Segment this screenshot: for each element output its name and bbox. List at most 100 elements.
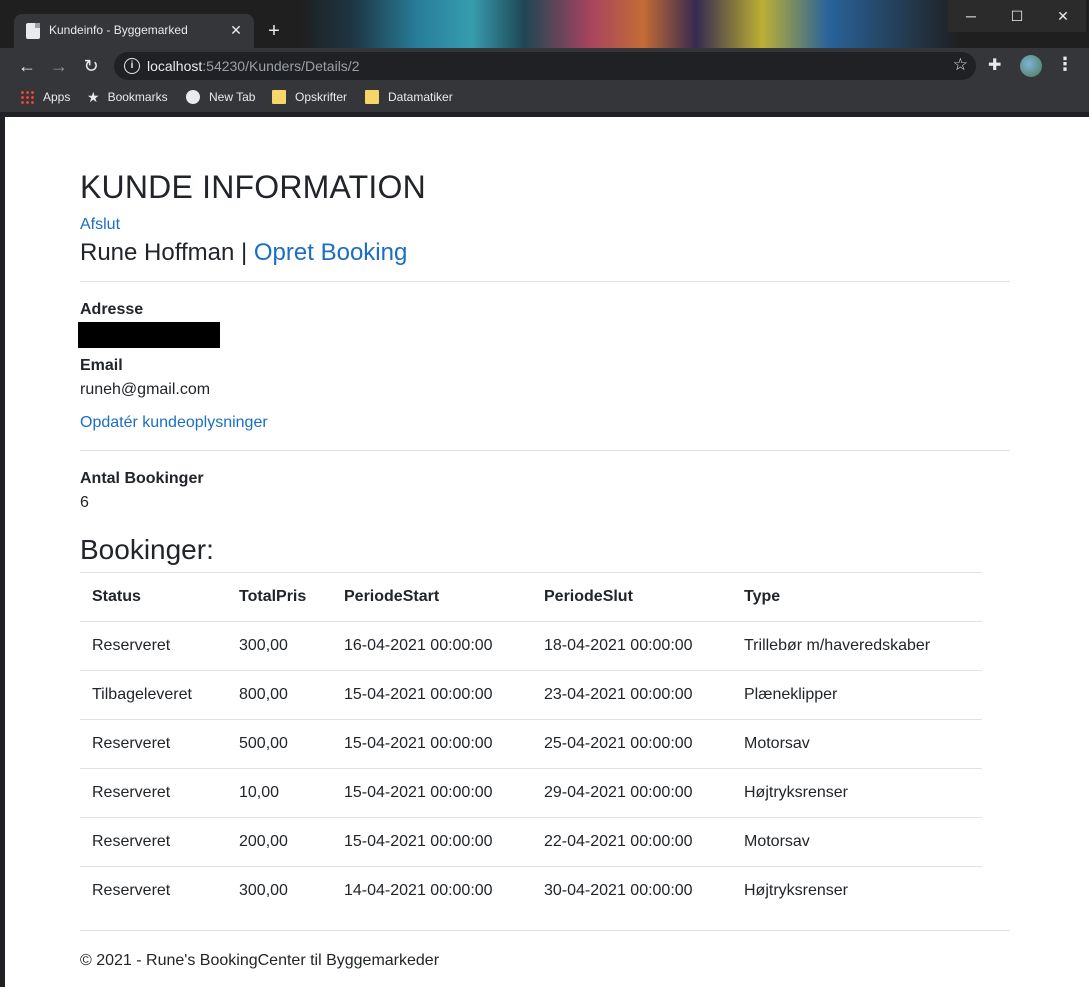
extensions-puzzle-icon[interactable]: ✚ — [988, 55, 1001, 75]
reload-icon[interactable]: ↻ — [79, 54, 103, 78]
cell-status: Reserveret — [80, 719, 227, 769]
cell-totalpris: 200,00 — [227, 817, 332, 867]
opret-booking-link[interactable]: Opret Booking — [254, 239, 407, 266]
bookmark-new-tab[interactable]: New Tab — [186, 90, 255, 104]
divider — [80, 450, 1010, 451]
window-background-art — [300, 0, 960, 48]
email-label: Email — [80, 357, 123, 374]
bookmark-bookmarks[interactable]: ★ Bookmarks — [87, 90, 168, 104]
star-icon: ★ — [87, 89, 100, 105]
cell-periodeslut: 22-04-2021 00:00:00 — [532, 817, 732, 867]
cell-type: Plæneklipper — [732, 670, 982, 720]
cell-type: Højtryksrenser — [744, 882, 849, 900]
tab-title: Kundeinfo - Byggemarked — [49, 23, 188, 37]
update-customer-link[interactable]: Opdatér kundeoplysninger — [80, 414, 268, 432]
cell-type: Motorsav — [732, 719, 982, 769]
bookmark-apps[interactable]: Apps — [20, 90, 70, 104]
bookings-heading: Bookinger: — [80, 534, 214, 565]
bookmark-label: Datamatiker — [388, 90, 453, 104]
table-row: Reserveret 300,00 16-04-2021 00:00:00 18… — [80, 621, 982, 671]
back-arrow-icon[interactable]: ← — [15, 54, 39, 78]
antal-bookinger-value: 6 — [80, 494, 89, 511]
cell-periodeslut: 25-04-2021 00:00:00 — [532, 719, 732, 769]
table-row: Reserveret 200,00 15-04-2021 00:00:00 22… — [80, 817, 982, 867]
bookmark-label: Bookmarks — [107, 90, 168, 104]
profile-avatar[interactable] — [1020, 55, 1042, 77]
bookmark-label: New Tab — [209, 90, 256, 104]
cell-totalpris: 300,00 — [227, 621, 332, 671]
table-header-row: Status TotalPris PeriodeStart PeriodeSlu… — [80, 572, 982, 622]
bookmark-star-icon[interactable]: ☆ — [953, 55, 968, 75]
page-title: KUNDE INFORMATION — [80, 169, 426, 205]
cell-status: Reserveret — [80, 621, 227, 671]
column-header-periodeslut: PeriodeSlut — [532, 572, 732, 622]
afslut-link[interactable]: Afslut — [80, 216, 120, 234]
column-header-status: Status — [80, 572, 227, 622]
cell-periodeslut: 23-04-2021 00:00:00 — [532, 670, 732, 720]
column-header-periodestart: PeriodeStart — [332, 572, 532, 622]
cell-periodeslut: 18-04-2021 00:00:00 — [532, 621, 732, 671]
cell-periodeslut: 30-04-2021 00:00:00 — [544, 882, 693, 900]
table-row: Reserveret 10,00 15-04-2021 00:00:00 29-… — [80, 768, 982, 818]
cell-periodestart: 15-04-2021 00:00:00 — [332, 817, 532, 867]
cell-type: Trillebør m/haveredskaber — [732, 621, 982, 671]
browser-titlebar: Kundeinfo - Byggemarked ✕ + ─ ☐ ✕ — [0, 0, 1089, 48]
cell-status: Tilbageleveret — [80, 670, 227, 720]
column-header-totalpris: TotalPris — [227, 572, 332, 622]
maximize-button[interactable]: ☐ — [994, 0, 1040, 32]
separator: | — [240, 239, 248, 266]
cell-periodestart: 14-04-2021 00:00:00 — [344, 882, 493, 900]
url-path: :54230/Kunders/Details/2 — [202, 58, 360, 74]
bookmark-datamatiker[interactable]: Datamatiker — [365, 90, 453, 104]
cell-periodestart: 15-04-2021 00:00:00 — [332, 670, 532, 720]
tab-close-icon[interactable]: ✕ — [226, 20, 246, 40]
bookmark-opskrifter[interactable]: Opskrifter — [272, 90, 347, 104]
page-content: KUNDE INFORMATION Afslut Rune Hoffman | … — [5, 117, 1089, 987]
cell-totalpris: 10,00 — [227, 768, 332, 818]
bookings-table: Status TotalPris PeriodeStart PeriodeSlu… — [80, 572, 982, 916]
folder-icon — [365, 90, 379, 104]
footer-divider — [80, 930, 1010, 931]
url-host: localhost — [147, 58, 203, 74]
table-row: Reserveret 300,00 14-04-2021 00:00:00 30… — [80, 867, 982, 916]
column-header-type: Type — [732, 572, 982, 622]
table-row: Reserveret 500,00 15-04-2021 00:00:00 25… — [80, 719, 982, 769]
cell-status: Reserveret — [80, 768, 227, 818]
divider — [80, 281, 1010, 282]
cell-totalpris: 300,00 — [239, 882, 288, 900]
bookmark-label: Apps — [43, 90, 71, 104]
folder-icon — [272, 90, 286, 104]
close-window-button[interactable]: ✕ — [1040, 0, 1086, 32]
cell-type: Højtryksrenser — [732, 768, 982, 818]
minimize-button[interactable]: ─ — [948, 0, 994, 32]
cell-totalpris: 500,00 — [227, 719, 332, 769]
table-row: Tilbageleveret 800,00 15-04-2021 00:00:0… — [80, 670, 982, 720]
cell-status: Reserveret — [92, 882, 171, 900]
browser-menu-icon[interactable]: ⋮ — [1056, 54, 1074, 75]
cell-totalpris: 800,00 — [227, 670, 332, 720]
cell-type: Motorsav — [732, 817, 982, 867]
bookmark-label: Opskrifter — [295, 90, 348, 104]
antal-bookinger-label: Antal Bookinger — [80, 470, 204, 487]
globe-icon — [186, 90, 200, 104]
cell-periodestart: 16-04-2021 00:00:00 — [332, 621, 532, 671]
adresse-label: Adresse — [80, 301, 144, 318]
bookmarks-bar: Apps ★ Bookmarks New Tab Opskrifter Data… — [0, 84, 1089, 112]
cell-status: Reserveret — [80, 817, 227, 867]
footer-text: © 2021 - Rune's BookingCenter til Byggem… — [80, 952, 440, 969]
customer-header: Rune Hoffman | Opret Booking — [80, 239, 407, 267]
site-info-icon[interactable]: i — [124, 58, 140, 74]
address-bar[interactable]: i localhost:54230/Kunders/Details/2 ☆ — [114, 52, 976, 80]
cell-periodeslut: 29-04-2021 00:00:00 — [532, 768, 732, 818]
browser-toolbar: ← → ↻ i localhost:54230/Kunders/Details/… — [0, 48, 1089, 84]
apps-grid-icon — [20, 90, 34, 104]
browser-tab[interactable]: Kundeinfo - Byggemarked ✕ — [14, 14, 254, 48]
cell-periodestart: 15-04-2021 00:00:00 — [332, 719, 532, 769]
cell-periodestart: 15-04-2021 00:00:00 — [332, 768, 532, 818]
customer-name: Rune Hoffman — [80, 239, 235, 266]
page-favicon-icon — [26, 23, 40, 39]
new-tab-button[interactable]: + — [262, 19, 286, 43]
redacted-address — [78, 322, 220, 348]
url-text[interactable]: localhost:54230/Kunders/Details/2 — [147, 58, 359, 74]
forward-arrow-icon[interactable]: → — [47, 54, 71, 78]
